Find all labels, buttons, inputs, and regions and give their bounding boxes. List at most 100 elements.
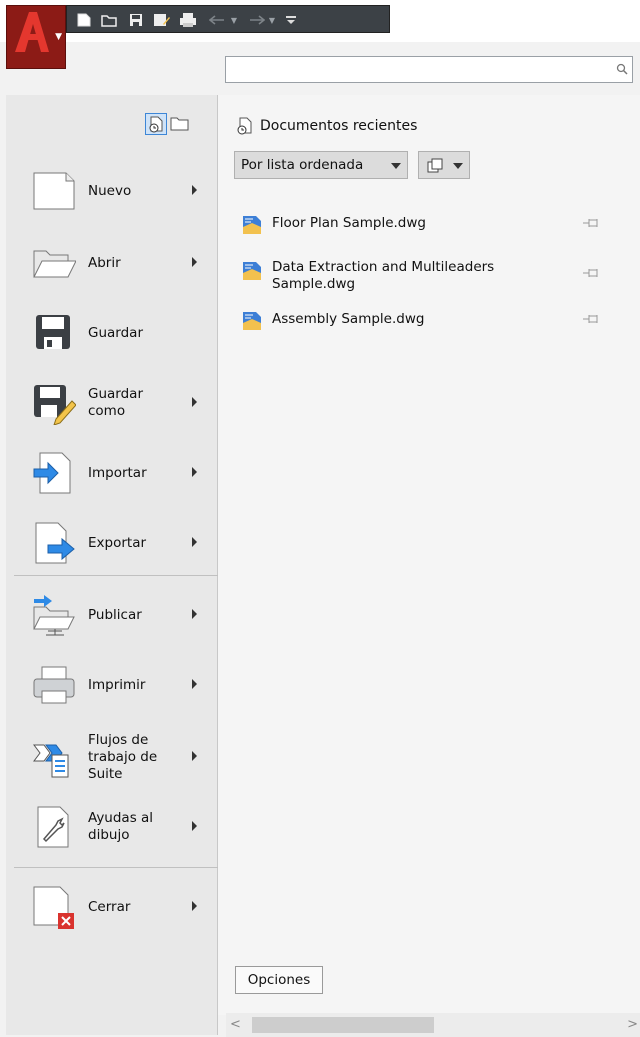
menu-item-abrir[interactable]: Abrir <box>6 233 218 293</box>
publish-icon <box>33 595 75 636</box>
menu-divider <box>14 867 218 868</box>
options-button[interactable]: Opciones <box>235 966 323 994</box>
menu-divider <box>14 575 218 576</box>
submenu-arrow-icon <box>192 609 197 619</box>
pin-icon[interactable] <box>582 217 600 229</box>
qat-save-as-button[interactable] <box>151 10 173 30</box>
document-name: Assembly Sample.dwg <box>272 311 425 327</box>
save-as-icon <box>154 14 170 26</box>
submenu-arrow-icon <box>192 537 197 547</box>
recent-documents-icon <box>149 116 163 133</box>
dwg-file-icon <box>243 312 261 330</box>
submenu-arrow-icon <box>192 821 197 831</box>
submenu-arrow-icon <box>192 397 197 407</box>
quick-access-toolbar: ▼ ▼ <box>66 5 390 33</box>
title-bar: ▼ ▼ ▼ <box>0 0 640 69</box>
view-mode-icon <box>427 158 443 173</box>
recent-documents-title: Documentos recientes <box>260 118 418 134</box>
application-menu-button[interactable]: ▼ <box>6 5 66 69</box>
scroll-right-icon[interactable]: > <box>627 1017 638 1032</box>
recent-documents-toggle[interactable] <box>145 113 167 135</box>
menu-item-label: Ayudas al dibujo <box>88 810 154 843</box>
recent-documents-icon <box>237 117 252 135</box>
submenu-arrow-icon <box>192 751 197 761</box>
sort-order-label: Por lista ordenada <box>241 157 364 173</box>
chevron-down-icon <box>453 163 463 169</box>
print-icon <box>180 13 196 27</box>
qat-print-button[interactable] <box>177 10 199 30</box>
qat-redo-button[interactable] <box>245 10 267 30</box>
redo-icon <box>250 15 265 25</box>
customize-icon <box>286 16 296 24</box>
menu-item-guardar-como[interactable]: Guardar como <box>6 373 218 433</box>
close-document-icon <box>33 886 74 929</box>
pin-icon[interactable] <box>582 313 600 325</box>
suite-workflows-icon <box>33 744 69 778</box>
qat-undo-dropdown[interactable]: ▼ <box>227 10 241 30</box>
menu-item-label: Guardar como <box>88 386 143 419</box>
drawing-utilities-icon <box>37 806 69 848</box>
export-icon <box>35 522 75 564</box>
qat-new-button[interactable] <box>73 10 95 30</box>
qat-undo-button[interactable] <box>207 10 229 30</box>
scrollbar-thumb[interactable] <box>252 1017 434 1033</box>
print-icon <box>33 666 75 704</box>
menu-item-importar[interactable]: Importar <box>6 443 218 503</box>
new-document-icon <box>33 172 75 210</box>
chevron-down-icon <box>391 163 401 169</box>
qat-open-button[interactable] <box>99 10 121 30</box>
chevron-down-icon: ▼ <box>268 15 276 25</box>
open-documents-toggle[interactable] <box>169 113 191 135</box>
open-documents-icon <box>170 117 189 131</box>
scroll-left-icon[interactable]: < <box>230 1017 241 1032</box>
save-icon <box>130 14 142 26</box>
menu-item-label: Abrir <box>88 254 121 271</box>
submenu-arrow-icon <box>192 185 197 195</box>
search-input[interactable] <box>228 58 612 80</box>
submenu-arrow-icon <box>192 679 197 689</box>
sort-order-dropdown[interactable]: Por lista ordenada <box>234 151 408 179</box>
menu-item-guardar[interactable]: Guardar <box>6 303 218 363</box>
pin-icon[interactable] <box>582 267 600 279</box>
dwg-file-icon <box>243 216 261 234</box>
menu-item-label: Importar <box>88 464 147 481</box>
application-menu-sidebar: Nuevo Abrir Guardar Guardar como Importa… <box>6 95 218 1035</box>
autocad-logo-icon <box>15 12 49 52</box>
menu-item-label: Exportar <box>88 534 147 551</box>
recent-documents-panel: Documentos recientes Por lista ordenada … <box>218 95 640 1037</box>
recent-documents-header: Documentos recientes <box>236 115 417 137</box>
menu-item-exportar[interactable]: Exportar <box>6 513 218 573</box>
menu-item-ayudas-dibujo[interactable]: Ayudas al dibujo <box>6 797 218 857</box>
menu-item-nuevo[interactable]: Nuevo <box>6 161 218 221</box>
menu-item-label: Imprimir <box>88 676 146 693</box>
search-box <box>225 56 633 83</box>
undo-icon <box>209 15 224 25</box>
submenu-arrow-icon <box>192 257 197 267</box>
menu-item-cerrar[interactable]: Cerrar <box>6 877 218 937</box>
save-as-icon <box>34 385 76 425</box>
submenu-arrow-icon <box>192 901 197 911</box>
view-mode-dropdown[interactable] <box>418 151 470 179</box>
menu-item-label: Publicar <box>88 606 142 623</box>
menu-item-publicar[interactable]: Publicar <box>6 585 218 645</box>
open-icon <box>101 15 117 27</box>
document-name: Data Extraction and Multileaders Sample.… <box>272 259 495 292</box>
menu-item-imprimir[interactable]: Imprimir <box>6 655 218 715</box>
new-icon <box>77 13 91 27</box>
folder-open-icon <box>33 250 76 278</box>
document-name: Floor Plan Sample.dwg <box>272 215 426 231</box>
qat-redo-dropdown[interactable]: ▼ <box>265 10 279 30</box>
import-icon <box>33 452 71 494</box>
search-icon[interactable] <box>616 63 628 75</box>
dwg-file-icon <box>243 262 261 280</box>
save-icon <box>36 315 70 349</box>
qat-customize-button[interactable] <box>283 10 299 30</box>
menu-item-label: Guardar <box>88 324 143 341</box>
menu-item-label: Nuevo <box>88 182 132 199</box>
menu-item-flujos-suite[interactable]: Flujos de trabajo de Suite <box>6 727 218 787</box>
chevron-down-icon: ▼ <box>230 15 238 25</box>
menu-item-label: Cerrar <box>88 898 131 915</box>
horizontal-scrollbar[interactable]: < > <box>226 1013 640 1037</box>
qat-save-button[interactable] <box>125 10 147 30</box>
menu-item-label: Flujos de trabajo de Suite <box>88 731 158 782</box>
